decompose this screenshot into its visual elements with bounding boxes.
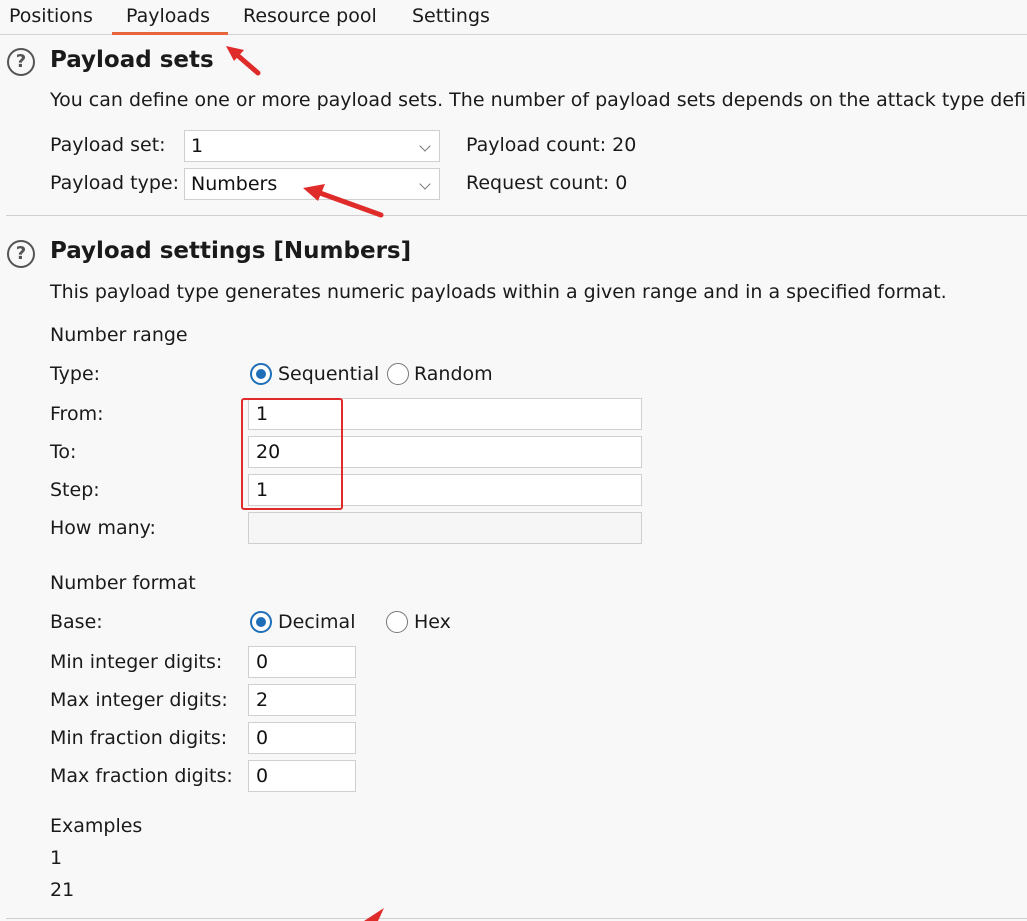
red-arrow-icon [226,46,261,76]
red-arrow-icon [303,184,384,218]
red-arrow-icon [364,908,384,921]
annotation-overlay [226,46,384,921]
